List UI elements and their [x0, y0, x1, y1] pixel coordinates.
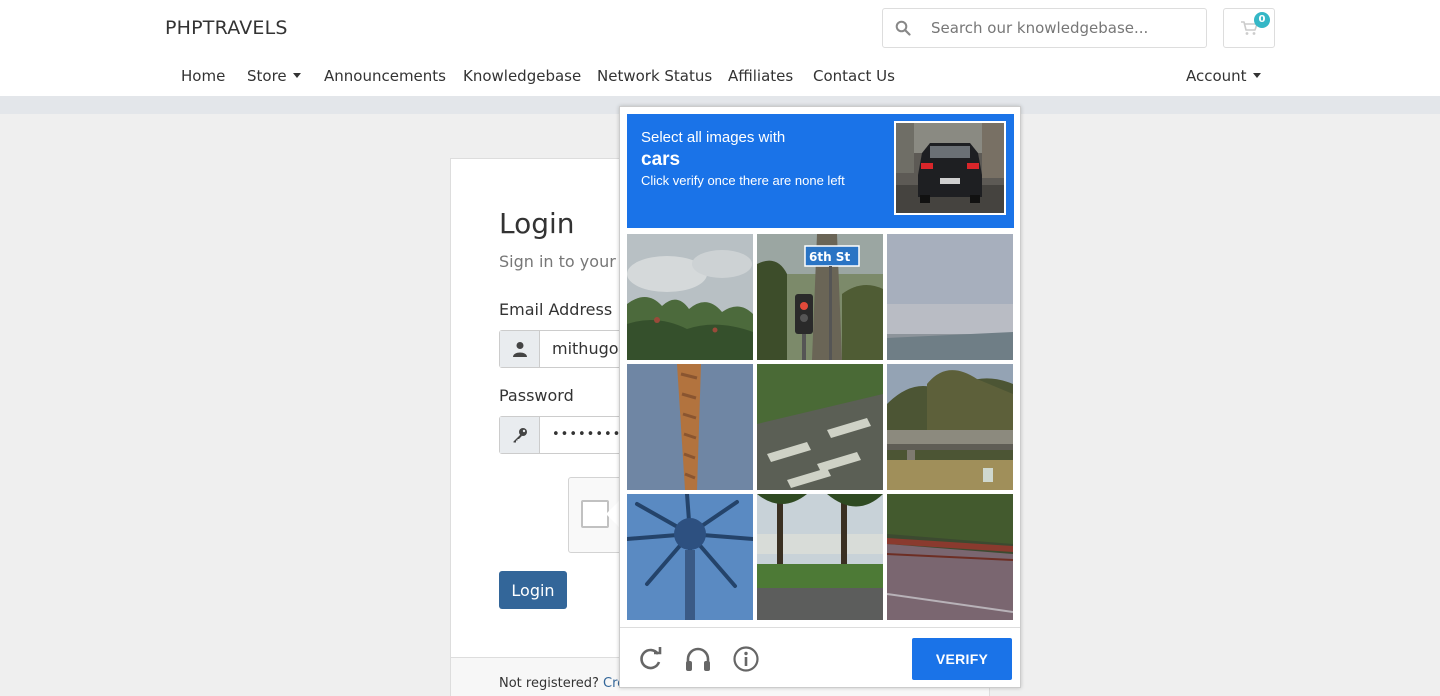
captcha-tile-7[interactable]	[627, 494, 753, 620]
captcha-tile-6[interactable]	[887, 364, 1013, 490]
nav-store[interactable]: Store	[247, 67, 301, 85]
nav-contact-us[interactable]: Contact Us	[813, 67, 895, 85]
top-header: PHPTRAVELS 0	[0, 0, 1440, 56]
challenge-pointer	[606, 500, 620, 528]
challenge-object: cars	[641, 149, 681, 170]
reload-icon[interactable]	[636, 645, 664, 673]
search-box[interactable]	[882, 8, 1207, 48]
email-value: mithugop	[552, 339, 629, 358]
main-nav: Home Store Announcements Knowledgebase N…	[0, 56, 1440, 96]
not-registered-label: Not registered?	[499, 676, 599, 691]
password-label: Password	[499, 386, 574, 405]
nav-knowledgebase[interactable]: Knowledgebase	[463, 67, 581, 85]
captcha-tile-2[interactable]: 6th St	[757, 234, 883, 360]
login-subtitle: Sign in to your a	[499, 252, 631, 271]
cart-button[interactable]: 0	[1223, 8, 1275, 48]
nav-announcements[interactable]: Announcements	[324, 67, 446, 85]
search-icon	[895, 20, 911, 36]
captcha-tile-5[interactable]	[757, 364, 883, 490]
recaptcha-challenge: Select all images with cars Click verify…	[619, 106, 1021, 688]
search-input[interactable]	[931, 17, 1191, 39]
nav-account[interactable]: Account	[1186, 67, 1261, 85]
captcha-tile-3[interactable]	[887, 234, 1013, 360]
login-button[interactable]: Login	[499, 571, 567, 609]
nav-affiliates[interactable]: Affiliates	[728, 67, 793, 85]
captcha-tile-8[interactable]	[757, 494, 883, 620]
info-icon[interactable]	[732, 645, 760, 673]
challenge-header: Select all images with cars Click verify…	[627, 114, 1014, 228]
captcha-tile-9[interactable]	[887, 494, 1013, 620]
nav-network-status[interactable]: Network Status	[597, 67, 712, 85]
captcha-tile-1[interactable]	[627, 234, 753, 360]
nav-home[interactable]: Home	[181, 67, 225, 85]
nav-store-label: Store	[247, 67, 287, 85]
street-sign-text: 6th St	[809, 250, 850, 264]
headphones-icon[interactable]	[684, 645, 712, 673]
challenge-grid: 6th St	[627, 234, 1014, 621]
cart-count-badge: 0	[1254, 12, 1270, 28]
email-label: Email Address	[499, 300, 613, 319]
email-addon	[500, 331, 540, 367]
key-icon	[513, 428, 527, 443]
chevron-down-icon	[1252, 73, 1261, 78]
nav-account-label: Account	[1186, 67, 1247, 85]
recaptcha-checkbox[interactable]	[581, 500, 609, 528]
site-brand[interactable]: PHPTRAVELS	[165, 17, 288, 39]
challenge-select-text: Select all images with	[641, 129, 786, 146]
captcha-tile-4[interactable]	[627, 364, 753, 490]
password-addon	[500, 417, 540, 453]
chevron-down-icon	[292, 73, 301, 78]
user-icon	[513, 342, 527, 357]
challenge-instruction: Click verify once there are none left	[641, 173, 845, 188]
not-registered-text: Not registered? Crea	[499, 676, 633, 691]
verify-button[interactable]: VERIFY	[912, 638, 1012, 680]
challenge-footer: VERIFY	[620, 627, 1020, 687]
sample-image-car	[894, 121, 1006, 215]
login-title: Login	[499, 207, 575, 240]
